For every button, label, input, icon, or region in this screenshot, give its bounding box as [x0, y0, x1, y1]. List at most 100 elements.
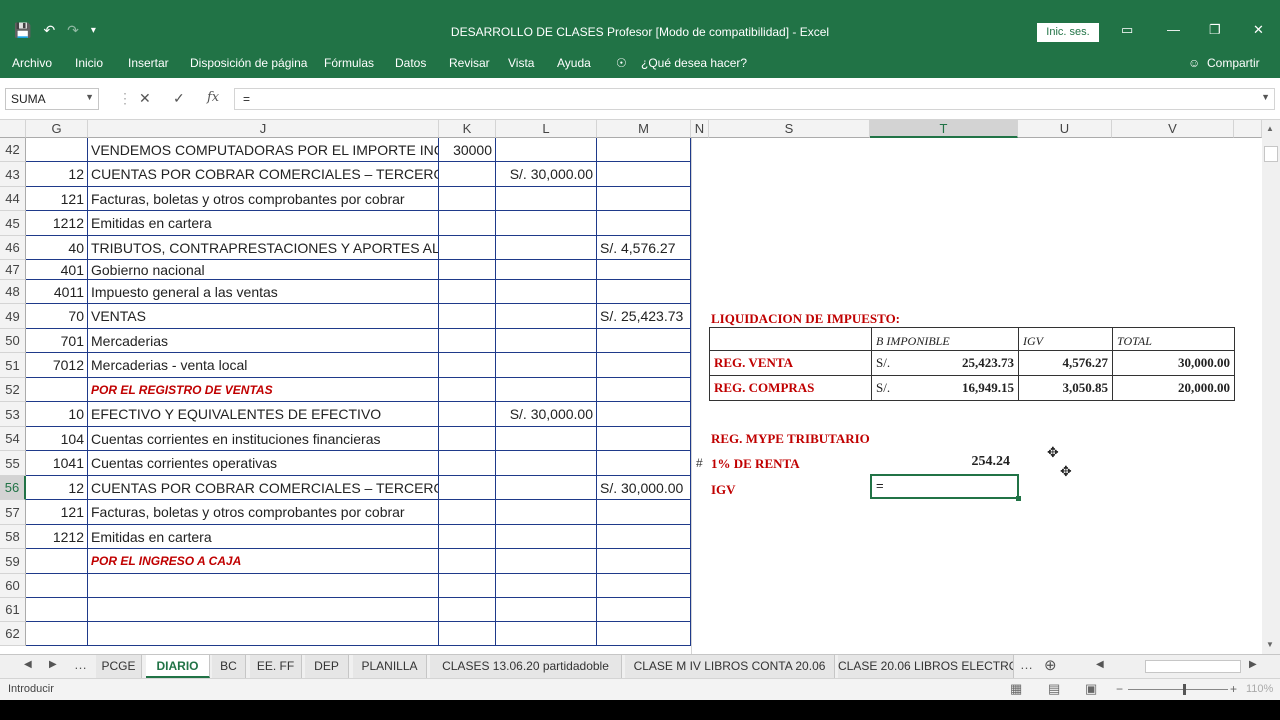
cell-l58[interactable] — [496, 525, 597, 549]
cell-l42[interactable] — [496, 138, 597, 162]
cell-l49[interactable] — [496, 304, 597, 329]
row-header-59[interactable]: 59 — [0, 549, 26, 574]
cell-m49[interactable]: S/. 25,423.73 — [597, 304, 691, 329]
tell-me-search[interactable]: ¿Qué desea hacer? — [641, 56, 747, 70]
normal-view-icon[interactable]: ▦ — [1010, 681, 1022, 697]
cell-k61[interactable] — [439, 598, 496, 622]
chevron-down-icon[interactable]: ▼ — [85, 92, 94, 102]
sheet-tab-clase-m-iv[interactable]: CLASE M IV LIBROS CONTA 20.06 — [625, 655, 835, 678]
page-break-icon[interactable]: ▣ — [1085, 681, 1097, 697]
tab-datos[interactable]: Datos — [395, 56, 426, 70]
hscroll-right-icon[interactable]: ▶ — [1249, 659, 1257, 670]
page-layout-icon[interactable]: ▤ — [1048, 681, 1060, 697]
table-corner[interactable] — [709, 327, 872, 351]
col-header-g[interactable]: G — [26, 120, 88, 138]
row-header-42[interactable]: 42 — [0, 138, 26, 162]
cell-m52[interactable] — [597, 378, 691, 402]
cell-g60[interactable] — [26, 574, 88, 598]
cell-g56[interactable]: 12 — [26, 476, 88, 500]
cell-g62[interactable] — [26, 622, 88, 646]
row-header-52[interactable]: 52 — [0, 378, 26, 402]
cell-g47[interactable]: 401 — [26, 260, 88, 280]
sheet-tab-pcge[interactable]: PCGE — [96, 655, 142, 678]
minimize-icon[interactable]: — — [1167, 22, 1180, 37]
cell-l51[interactable] — [496, 353, 597, 378]
cell-m50[interactable] — [597, 329, 691, 353]
cell-j59[interactable]: POR EL INGRESO A CAJA — [88, 549, 439, 574]
col-header-j[interactable]: J — [88, 120, 439, 138]
cell-g55[interactable]: 1041 — [26, 451, 88, 476]
reg-compras-total[interactable]: 20,000.00 — [1112, 375, 1235, 401]
cell-j50[interactable]: Mercaderias — [88, 329, 439, 353]
cell-m61[interactable] — [597, 598, 691, 622]
vertical-scrollbar[interactable]: ▲ ▼ — [1262, 120, 1280, 654]
formula-input[interactable]: = ▼ — [234, 88, 1275, 110]
col-header-v[interactable]: V — [1112, 120, 1234, 138]
cell-j60[interactable] — [88, 574, 439, 598]
cell-m46[interactable]: S/. 4,576.27 — [597, 236, 691, 260]
cell-j51[interactable]: Mercaderias - venta local — [88, 353, 439, 378]
reg-venta-total[interactable]: 30,000.00 — [1112, 350, 1235, 376]
header-total[interactable]: TOTAL — [1112, 327, 1235, 351]
cell-l60[interactable] — [496, 574, 597, 598]
cell-m51[interactable] — [597, 353, 691, 378]
cell-l48[interactable] — [496, 280, 597, 304]
cell-g48[interactable]: 4011 — [26, 280, 88, 304]
cell-g58[interactable]: 1212 — [26, 525, 88, 549]
hscroll-thumb[interactable] — [1145, 660, 1241, 673]
tab-disposicion[interactable]: Disposición de página — [190, 56, 307, 70]
cell-k44[interactable] — [439, 187, 496, 211]
cell-l45[interactable] — [496, 211, 597, 236]
cell-k50[interactable] — [439, 329, 496, 353]
sheet-tab-dep[interactable]: DEP — [305, 655, 349, 678]
row-header-62[interactable]: 62 — [0, 622, 26, 646]
cell-k45[interactable] — [439, 211, 496, 236]
cell-g54[interactable]: 104 — [26, 427, 88, 451]
cell-j54[interactable]: Cuentas corrientes en instituciones fina… — [88, 427, 439, 451]
cell-j61[interactable] — [88, 598, 439, 622]
cell-k62[interactable] — [439, 622, 496, 646]
cell-m45[interactable] — [597, 211, 691, 236]
cell-j55[interactable]: Cuentas corrientes operativas — [88, 451, 439, 476]
cell-j49[interactable]: VENTAS — [88, 304, 439, 329]
scroll-down-icon[interactable]: ▼ — [1266, 640, 1274, 649]
tab-inicio[interactable]: Inicio — [75, 56, 103, 70]
sheet-tab-planilla[interactable]: PLANILLA — [353, 655, 427, 678]
row-header-44[interactable]: 44 — [0, 187, 26, 211]
cell-g44[interactable]: 121 — [26, 187, 88, 211]
tab-revisar[interactable]: Revisar — [449, 56, 490, 70]
restore-icon[interactable]: ❐ — [1209, 22, 1221, 38]
cell-k56[interactable] — [439, 476, 496, 500]
prev-sheet-icon[interactable]: ◀ — [24, 659, 32, 670]
sign-in-button[interactable]: Inic. ses. — [1037, 23, 1099, 42]
sheet-tab-clase-2006[interactable]: CLASE 20.06 LIBROS ELECTRO — [838, 655, 1014, 678]
cell-m58[interactable] — [597, 525, 691, 549]
cell-l46[interactable] — [496, 236, 597, 260]
scroll-up-icon[interactable]: ▲ — [1266, 124, 1274, 133]
cell-j47[interactable]: Gobierno nacional — [88, 260, 439, 280]
next-sheet-icon[interactable]: ▶ — [49, 659, 57, 670]
cell-k42[interactable]: 30000 — [439, 138, 496, 162]
cell-k55[interactable] — [439, 451, 496, 476]
cell-j53[interactable]: EFECTIVO Y EQUIVALENTES DE EFECTIVO — [88, 402, 439, 427]
active-cell-t56[interactable]: = — [870, 474, 1021, 501]
reg-venta-label[interactable]: REG. VENTA — [709, 350, 872, 376]
row-header-50[interactable]: 50 — [0, 329, 26, 353]
mype-label[interactable]: REG. MYPE TRIBUTARIO — [711, 431, 870, 447]
cell-l44[interactable] — [496, 187, 597, 211]
cell-l43[interactable]: S/. 30,000.00 — [496, 162, 597, 187]
more-sheets-right-icon[interactable]: … — [1020, 657, 1033, 672]
row-header-53[interactable]: 53 — [0, 402, 26, 427]
cell-g57[interactable]: 121 — [26, 500, 88, 525]
cell-m54[interactable] — [597, 427, 691, 451]
cell-j46[interactable]: TRIBUTOS, CONTRAPRESTACIONES Y APORTES A… — [88, 236, 439, 260]
tab-formulas[interactable]: Fórmulas — [324, 56, 374, 70]
cell-m44[interactable] — [597, 187, 691, 211]
col-header-l[interactable]: L — [496, 120, 597, 138]
cell-m57[interactable] — [597, 500, 691, 525]
cell-k52[interactable] — [439, 378, 496, 402]
cell-g52[interactable] — [26, 378, 88, 402]
tab-archivo[interactable]: Archivo — [12, 56, 52, 70]
cell-g51[interactable]: 7012 — [26, 353, 88, 378]
cell-j58[interactable]: Emitidas en cartera — [88, 525, 439, 549]
